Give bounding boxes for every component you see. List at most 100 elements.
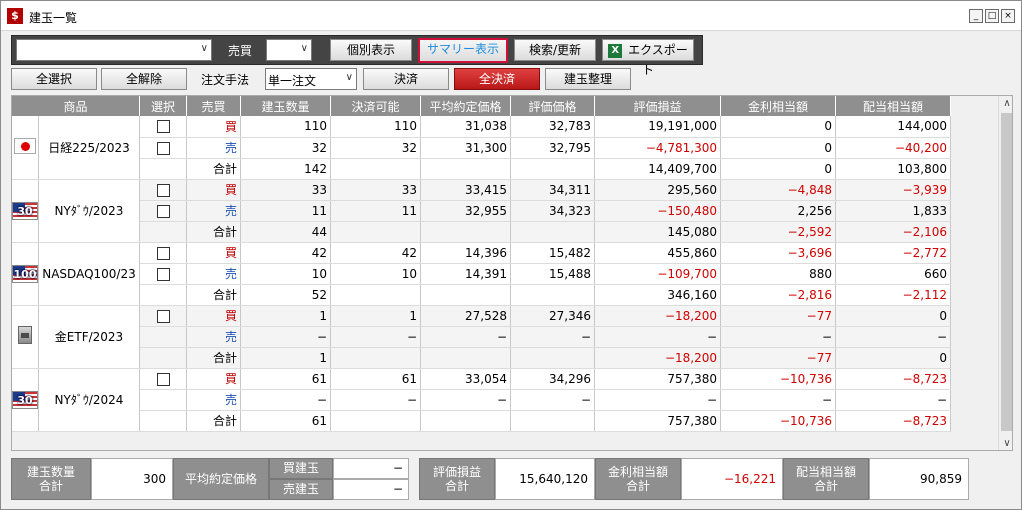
select-checkbox-cell[interactable] [139, 305, 187, 327]
select-checkbox-cell[interactable] [139, 116, 187, 138]
pl-cell: − [594, 326, 721, 348]
available-cell [330, 410, 421, 432]
table-row[interactable]: 売 32 32 31,300 32,795 −4,781,300 0 −40,200 [12, 137, 951, 159]
table-row[interactable]: 合計 142 14,409,700 0 103,800 [12, 158, 951, 180]
dividend-cell: − [835, 326, 951, 348]
table-row[interactable]: 合計 61 757,380 −10,736 −8,723 [12, 410, 951, 432]
organize-positions-button[interactable]: 建玉整理 [545, 68, 631, 90]
select-all-button[interactable]: 全選択 [11, 68, 97, 90]
table-row[interactable]: 合計 1 −18,200 −77 0 [12, 347, 951, 369]
table-row[interactable]: 30 NYﾀﾞｳ/2023 買 33 33 33,415 34,311 295,560 −4,8… [12, 179, 951, 243]
select-checkbox-cell[interactable] [139, 158, 187, 180]
dividend-cell: −40,200 [835, 137, 951, 159]
table-row[interactable]: 売 − − − − − − − [12, 389, 951, 411]
export-button[interactable]: X エクスポート [602, 39, 694, 77]
table-row[interactable]: 100 NASDAQ100/23 買 42 42 14,396 15,482 455,860−… [12, 242, 951, 306]
select-checkbox-cell[interactable] [139, 200, 187, 222]
col-header[interactable]: 建玉数量 [240, 96, 331, 116]
dividend-cell: −2,772 [835, 242, 951, 264]
col-header[interactable]: 評価価格 [510, 96, 595, 116]
col-header[interactable]: 選択 [139, 96, 187, 116]
available-cell: 61 [330, 368, 421, 390]
interest-cell: −77 [720, 347, 836, 369]
title-bar[interactable]: $ 建玉一覧 _ □ × [1, 1, 1021, 31]
interest-total-value: −16,221 [681, 458, 783, 500]
select-checkbox-cell[interactable] [139, 347, 187, 369]
table-row[interactable]: 合計 52 346,160 −2,816 −2,112 [12, 284, 951, 306]
available-cell [330, 347, 421, 369]
settle-button[interactable]: 決済 [363, 68, 449, 90]
table-row[interactable]: 日経225/2023 買 110 110 31,038 32,783 19,191,000 0… [12, 116, 951, 180]
summary-view-button[interactable]: サマリー表示 [418, 38, 508, 63]
product-name[interactable]: 日経225/2023 [38, 116, 140, 180]
pl-cell: −4,781,300 [594, 137, 721, 159]
select-checkbox-cell[interactable] [139, 263, 187, 285]
col-header[interactable]: 売買 [186, 96, 241, 116]
settle-all-button[interactable]: 全決済 [454, 68, 540, 90]
select-checkbox-cell[interactable] [139, 137, 187, 159]
product-name[interactable]: NYﾀﾞｳ/2024 [38, 368, 140, 432]
available-cell: − [330, 389, 421, 411]
individual-view-button[interactable]: 個別表示 [330, 39, 412, 61]
select-checkbox-cell[interactable] [139, 179, 187, 201]
product-name[interactable]: NYﾀﾞｳ/2023 [38, 179, 140, 243]
col-header[interactable]: 決済可能 [330, 96, 421, 116]
dividend-cell: −2,112 [835, 284, 951, 306]
buysell-combo[interactable]: ∨ [266, 39, 312, 61]
order-method-combo[interactable]: 単一注文 ∨ [265, 68, 357, 90]
avg-price-cell: 32,955 [420, 200, 511, 222]
table-row[interactable]: 売 10 10 14,391 15,488 −109,700 880 660 [12, 263, 951, 285]
avg-price-cell [420, 221, 511, 243]
col-header[interactable]: 平均約定価格 [420, 96, 511, 116]
table-row[interactable]: 30 NYﾀﾞｳ/2024 買 61 61 33,054 34,296 757,380 −10,… [12, 368, 951, 432]
select-checkbox-cell[interactable] [139, 410, 187, 432]
select-checkbox[interactable] [156, 267, 170, 281]
qty-total-value: 300 [91, 458, 173, 500]
pl-cell: 145,080 [594, 221, 721, 243]
table-row[interactable]: 売 − − − − − − − [12, 326, 951, 348]
col-header[interactable]: 金利相当額 [720, 96, 836, 116]
scroll-down-icon[interactable]: ∨ [999, 436, 1012, 450]
select-checkbox[interactable] [156, 120, 170, 134]
select-checkbox-cell[interactable] [139, 242, 187, 264]
product-combo[interactable]: ∨ [16, 39, 212, 61]
col-header[interactable]: 評価損益 [594, 96, 721, 116]
avg-price-cell: 27,528 [420, 305, 511, 327]
close-icon[interactable]: × [1001, 9, 1015, 23]
table-row[interactable]: 売 11 11 32,955 34,323 −150,480 2,256 1,833 [12, 200, 951, 222]
select-checkbox-cell[interactable] [139, 221, 187, 243]
qty-cell: 10 [240, 263, 331, 285]
product-name[interactable]: NASDAQ100/23 [38, 242, 140, 306]
maximize-icon[interactable]: □ [985, 9, 999, 23]
vertical-scrollbar[interactable]: ∧ ∨ [998, 96, 1012, 450]
deselect-all-button[interactable]: 全解除 [101, 68, 187, 90]
select-checkbox[interactable] [156, 246, 170, 260]
minimize-icon[interactable]: _ [969, 9, 983, 23]
dividend-total-label: 配当相当額 合計 [783, 458, 869, 500]
dividend-cell: 1,833 [835, 200, 951, 222]
scroll-up-icon[interactable]: ∧ [999, 96, 1012, 112]
eval-price-cell: 32,783 [510, 116, 595, 138]
table-row[interactable]: 金ETF/2023 買 1 1 27,528 27,346 −18,200 −77 0 [12, 305, 951, 369]
select-checkbox-cell[interactable] [139, 368, 187, 390]
select-checkbox-cell[interactable] [139, 284, 187, 306]
side-cell: 合計 [186, 410, 241, 432]
eval-price-cell: 34,296 [510, 368, 595, 390]
select-checkbox-cell[interactable] [139, 389, 187, 411]
search-update-button[interactable]: 検索/更新 [514, 39, 596, 61]
select-checkbox[interactable] [156, 309, 170, 323]
dividend-cell: −2,106 [835, 221, 951, 243]
available-cell: 1 [330, 305, 421, 327]
scroll-thumb[interactable] [1001, 113, 1012, 431]
select-checkbox[interactable] [156, 372, 170, 386]
table-row[interactable]: 合計 44 145,080 −2,592 −2,106 [12, 221, 951, 243]
select-checkbox[interactable] [156, 204, 170, 218]
interest-cell: 880 [720, 263, 836, 285]
avg-price-cell: − [420, 326, 511, 348]
col-header[interactable]: 配当相当額 [835, 96, 951, 116]
product-name[interactable]: 金ETF/2023 [38, 305, 140, 369]
select-checkbox[interactable] [156, 183, 170, 197]
col-header[interactable]: 商品 [12, 96, 140, 116]
select-checkbox-cell[interactable] [139, 326, 187, 348]
select-checkbox[interactable] [156, 141, 170, 155]
